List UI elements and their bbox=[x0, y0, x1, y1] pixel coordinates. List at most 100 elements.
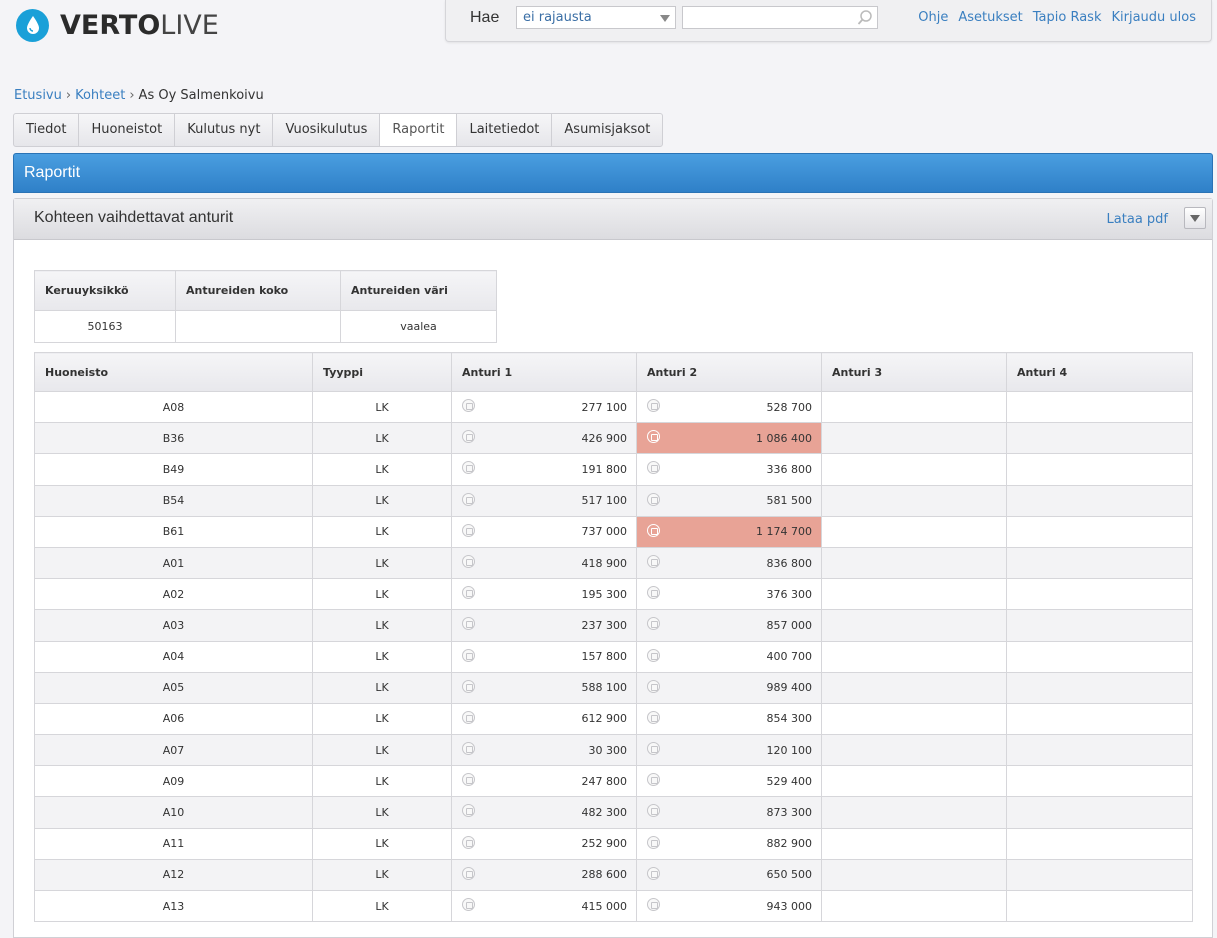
sensor-1-cell: 482 300 bbox=[451, 796, 637, 829]
column-header[interactable]: Anturi 1 bbox=[451, 352, 637, 392]
water-drop-icon bbox=[16, 8, 49, 42]
breadcrumb: Etusivu › Kohteet › As Oy Salmenkoivu bbox=[14, 88, 264, 103]
sensor-icon bbox=[647, 679, 660, 693]
sensor-4-cell bbox=[1006, 702, 1193, 736]
sensor-icon bbox=[462, 554, 475, 568]
column-header[interactable]: Anturi 2 bbox=[636, 352, 822, 392]
sensor-3-cell bbox=[821, 578, 1007, 611]
sensor-2-value: 854 300 bbox=[766, 712, 813, 726]
column-header: Antureiden väri bbox=[340, 270, 497, 311]
table-row: B61 LK 737 000 1 174 700 bbox=[34, 515, 1193, 548]
sensor-icon bbox=[462, 648, 475, 662]
type-cell: LK bbox=[312, 796, 452, 829]
sensor-1-value: 737 000 bbox=[581, 525, 628, 539]
breadcrumb-current: As Oy Salmenkoivu bbox=[138, 88, 264, 103]
tab-asumisjaksot[interactable]: Asumisjaksot bbox=[552, 114, 662, 146]
sensor-2-cell: 989 400 bbox=[636, 671, 822, 704]
sensor-1-cell: 157 800 bbox=[451, 640, 637, 673]
tab-kulutus-nyt[interactable]: Kulutus nyt bbox=[175, 114, 274, 146]
sensor-1-value: 237 300 bbox=[581, 618, 628, 632]
search-filter-value: ei rajausta bbox=[523, 10, 592, 25]
type-cell: LK bbox=[312, 640, 452, 673]
sensor-icon bbox=[462, 866, 475, 880]
sensor-1-cell: 612 900 bbox=[451, 702, 637, 736]
sensor-3-cell bbox=[821, 640, 1007, 673]
settings-link[interactable]: Asetukset bbox=[958, 10, 1022, 25]
sensor-4-cell bbox=[1006, 858, 1193, 892]
tab-tiedot[interactable]: Tiedot bbox=[14, 114, 80, 146]
sensor-3-cell bbox=[821, 765, 1007, 798]
sensor-1-cell: 195 300 bbox=[451, 578, 637, 611]
report-panel: Kohteen vaihdettavat anturit Lataa pdf K… bbox=[13, 198, 1213, 938]
sensor-4-cell bbox=[1006, 453, 1193, 486]
sensor-2-cell: 400 700 bbox=[636, 640, 822, 673]
search-icon[interactable] bbox=[856, 9, 874, 27]
collector-id: 50163 bbox=[34, 310, 176, 343]
sensor-4-cell bbox=[1006, 390, 1193, 424]
sensor-icon bbox=[462, 399, 475, 412]
sensor-1-cell: 191 800 bbox=[451, 453, 637, 486]
apartment-cell: A03 bbox=[34, 609, 313, 642]
tab-laitetiedot[interactable]: Laitetiedot bbox=[457, 114, 553, 146]
tab-huoneistot[interactable]: Huoneistot bbox=[79, 114, 176, 146]
sensor-2-value: 528 700 bbox=[766, 400, 813, 414]
column-header: Antureiden koko bbox=[175, 270, 341, 311]
logo[interactable]: VERTOLIVE bbox=[16, 8, 219, 42]
sensor-icon bbox=[647, 648, 660, 662]
sensor-1-value: 30 300 bbox=[588, 743, 628, 757]
type-cell: LK bbox=[312, 422, 452, 455]
sensor-2-value: 943 000 bbox=[766, 899, 813, 913]
sensor-icon bbox=[647, 461, 660, 475]
sensor-2-cell: 873 300 bbox=[636, 796, 822, 829]
sensor-2-cell: 857 000 bbox=[636, 609, 822, 642]
collector-info-table: Keruuyksikkö Antureiden koko Antureiden … bbox=[34, 270, 497, 343]
sensor-1-value: 195 300 bbox=[581, 587, 628, 601]
breadcrumb-home[interactable]: Etusivu bbox=[14, 88, 62, 103]
user-link[interactable]: Tapio Rask bbox=[1033, 10, 1102, 25]
section-header: Raportit bbox=[13, 153, 1213, 193]
sensor-3-cell bbox=[821, 702, 1007, 736]
sensor-1-value: 588 100 bbox=[581, 681, 628, 695]
logout-link[interactable]: Kirjaudu ulos bbox=[1112, 10, 1197, 25]
sensor-1-value: 247 800 bbox=[581, 774, 628, 788]
type-cell: LK bbox=[312, 765, 452, 798]
table-row: A05 LK 588 100 989 400 bbox=[34, 671, 1193, 704]
sensor-1-cell: 737 000 bbox=[451, 515, 637, 548]
sensor-icon bbox=[647, 554, 660, 568]
breadcrumb-kohteet[interactable]: Kohteet bbox=[75, 88, 125, 103]
sensor-1-cell: 30 300 bbox=[451, 734, 637, 767]
sensor-3-cell bbox=[821, 422, 1007, 455]
sensor-icon bbox=[462, 835, 475, 849]
sensor-1-cell: 288 600 bbox=[451, 858, 637, 892]
panel-menu-button[interactable] bbox=[1184, 207, 1206, 229]
sensor-2-value: 989 400 bbox=[766, 681, 813, 695]
sensor-3-cell bbox=[821, 515, 1007, 548]
column-header[interactable]: Huoneisto bbox=[34, 352, 313, 392]
tab-raportit[interactable]: Raportit bbox=[380, 114, 458, 146]
sensor-2-cell: 376 300 bbox=[636, 578, 822, 611]
table-row: A03 LK 237 300 857 000 bbox=[34, 609, 1193, 642]
sensor-icon bbox=[647, 773, 660, 787]
sensor-icon bbox=[462, 773, 475, 787]
sensor-1-cell: 415 000 bbox=[451, 889, 637, 923]
sensor-2-value: 120 100 bbox=[766, 743, 813, 757]
sensor-4-cell bbox=[1006, 640, 1193, 673]
sensor-1-cell: 588 100 bbox=[451, 671, 637, 704]
apartment-cell: B61 bbox=[34, 515, 313, 548]
sensor-1-value: 415 000 bbox=[581, 899, 628, 913]
search-filter-select[interactable]: ei rajausta bbox=[516, 6, 676, 29]
download-pdf-link[interactable]: Lataa pdf bbox=[1107, 212, 1168, 227]
help-link[interactable]: Ohje bbox=[918, 10, 948, 25]
sensor-icon bbox=[647, 710, 660, 724]
sensor-icon bbox=[462, 742, 475, 756]
column-header[interactable]: Anturi 3 bbox=[821, 352, 1007, 392]
column-header[interactable]: Anturi 4 bbox=[1006, 352, 1193, 392]
sensor-icon bbox=[647, 523, 660, 537]
type-cell: LK bbox=[312, 578, 452, 611]
sensor-icon bbox=[462, 617, 475, 631]
tab-vuosikulutus[interactable]: Vuosikulutus bbox=[273, 114, 381, 146]
search-input[interactable] bbox=[682, 6, 878, 29]
sensor-2-value: 376 300 bbox=[766, 587, 813, 601]
column-header[interactable]: Tyyppi bbox=[312, 352, 452, 392]
sensor-2-value: 836 800 bbox=[766, 556, 813, 570]
